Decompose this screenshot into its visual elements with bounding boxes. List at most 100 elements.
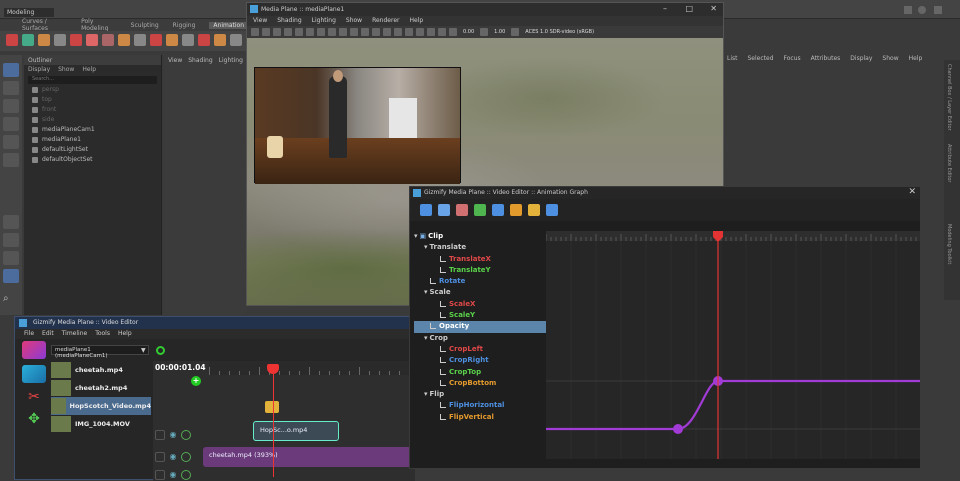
media-plane-menu-item[interactable]: Lighting (312, 17, 336, 25)
texture-icon[interactable] (306, 28, 314, 36)
shelf-tool-icon[interactable] (230, 34, 242, 46)
lock-tangent-icon[interactable] (528, 204, 540, 216)
channel-cropleft[interactable]: CropLeft (414, 344, 546, 355)
video-editor-menu-item[interactable]: Timeline (62, 330, 88, 338)
shelf-tool-icon[interactable] (6, 34, 18, 46)
shelf-tool-icon[interactable] (54, 34, 66, 46)
shelf-tool-icon[interactable] (150, 34, 162, 46)
attribute-menu-item[interactable]: Help (909, 55, 923, 63)
solo-icon[interactable] (181, 470, 191, 480)
scale-tool-icon[interactable] (3, 153, 19, 167)
refresh-icon[interactable] (156, 346, 165, 355)
right-edge-tab[interactable]: Attribute Editor (946, 144, 952, 182)
right-edge-tab[interactable]: Channel Box / Layer Editor (946, 64, 952, 131)
add-track-button[interactable]: + (191, 376, 201, 386)
channel-fliphorizontal[interactable]: FlipHorizontal (414, 400, 546, 411)
minimize-icon[interactable]: – (663, 4, 667, 13)
shelf-tool-icon[interactable] (198, 34, 210, 46)
channel-scale[interactable]: ▾ Scale (414, 287, 546, 298)
shelf-tool-icon[interactable] (182, 34, 194, 46)
media-plane-menu-item[interactable]: View (253, 17, 267, 25)
outliner-item[interactable]: defaultLightSet (24, 145, 161, 155)
channel-scalex[interactable]: ScaleX (414, 299, 546, 310)
viewport-menu-item[interactable]: Shading (188, 57, 212, 64)
shelf-tab[interactable]: Rigging (173, 22, 196, 29)
eye-icon[interactable]: ◉ (168, 470, 178, 480)
safe-action-icon[interactable] (427, 28, 435, 36)
shelf-tool-icon[interactable] (166, 34, 178, 46)
outliner-item[interactable]: mediaPlaneCam1 (24, 125, 161, 135)
gate-mask-icon[interactable] (405, 28, 413, 36)
shelf-tab[interactable]: Poly Modeling (81, 18, 117, 32)
solo-icon[interactable] (181, 430, 191, 440)
track-lock-toggle[interactable] (155, 430, 165, 440)
camera-select[interactable]: mediaPlane1 (mediaPlaneCam1) (51, 345, 149, 359)
outliner-search-input[interactable]: Search... (28, 76, 157, 84)
workspace-select[interactable]: Modeling (4, 8, 54, 17)
viewport-menu-item[interactable]: Lighting (219, 57, 243, 64)
media-plane-menu-item[interactable]: Shading (277, 17, 301, 25)
outliner-menu-item[interactable]: Display (28, 66, 50, 74)
outliner-item[interactable]: side (24, 115, 161, 125)
shelf-tool-icon[interactable] (118, 34, 130, 46)
user-icon[interactable] (918, 6, 926, 14)
clip-list-item[interactable]: IMG_1004.MOV (51, 415, 151, 433)
exposure-icon[interactable] (449, 28, 457, 36)
attribute-menu-item[interactable]: Selected (748, 55, 774, 63)
aa-icon[interactable] (372, 28, 380, 36)
outliner-item[interactable]: mediaPlane1 (24, 135, 161, 145)
outliner-menu-item[interactable]: Help (82, 66, 96, 74)
outliner-item[interactable]: defaultObjectSet (24, 155, 161, 165)
shelf-tool-icon[interactable] (86, 34, 98, 46)
channel-rotate[interactable]: Rotate (414, 276, 546, 287)
curve-graph[interactable] (546, 231, 920, 459)
outliner-item[interactable]: persp (24, 85, 161, 95)
gamma-icon[interactable] (480, 28, 489, 36)
outliner-menu-item[interactable]: Show (58, 66, 74, 74)
help-icon[interactable] (934, 6, 942, 14)
outliner-item[interactable]: top (24, 95, 161, 105)
field-chart-icon[interactable] (416, 28, 424, 36)
unlock-tangent-icon[interactable] (546, 204, 558, 216)
shaded-icon[interactable] (295, 28, 303, 36)
expand-arrow-icon[interactable]: ▾ (424, 288, 428, 296)
shelf-tool-icon[interactable] (38, 34, 50, 46)
track-lock-toggle[interactable] (155, 470, 165, 480)
clip-list-item[interactable]: cheetah2.mp4 (51, 379, 151, 397)
exposure-value[interactable]: 0.00 (463, 29, 474, 35)
solo-icon[interactable] (181, 452, 191, 462)
dof-icon[interactable] (383, 28, 391, 36)
shelf-tab[interactable]: Animation (209, 21, 248, 29)
video-editor-menu-item[interactable]: Help (118, 330, 132, 338)
shelf-tab[interactable]: Sculpting (131, 22, 159, 29)
bookmark-icon[interactable] (262, 28, 270, 36)
expand-arrow-icon[interactable]: ▾ (424, 334, 428, 342)
layout-side-icon[interactable] (3, 251, 19, 265)
wireframe-icon[interactable] (284, 28, 292, 36)
eye-icon[interactable]: ◉ (168, 430, 178, 440)
light-icon[interactable] (317, 28, 325, 36)
shelf-tool-icon[interactable] (70, 34, 82, 46)
channel-crop[interactable]: ▾ Crop (414, 333, 546, 344)
channel-flipvertical[interactable]: FlipVertical (414, 412, 546, 423)
camera-icon[interactable] (251, 28, 259, 36)
tangent-step-icon[interactable] (510, 204, 522, 216)
dropdown-arrow-icon[interactable]: ▼ (141, 347, 146, 354)
move-arrows-icon[interactable]: ✥ (22, 411, 46, 429)
shelf-tab[interactable]: Curves / Surfaces (22, 18, 67, 32)
channel-opacity[interactable]: Opacity (414, 321, 546, 333)
opacity-curve[interactable] (546, 379, 920, 431)
right-edge-tab[interactable]: Modeling Toolkit (946, 224, 952, 264)
shelf-tool-icon[interactable] (214, 34, 226, 46)
lasso-tool-icon[interactable] (3, 81, 19, 95)
layout-grid-icon[interactable] (3, 269, 19, 283)
channel-clip[interactable]: ▾ ▣ Clip (414, 231, 546, 242)
media-plane-menu-item[interactable]: Renderer (372, 17, 399, 25)
viewport-menu-item[interactable]: View (168, 57, 182, 64)
tangent-auto-icon[interactable] (474, 204, 486, 216)
close-icon[interactable]: ✕ (710, 4, 717, 13)
attribute-menu-item[interactable]: Display (850, 55, 872, 63)
remove-key-icon[interactable] (438, 204, 450, 216)
eye-icon[interactable]: ◉ (168, 452, 178, 462)
track-lock-toggle[interactable] (155, 452, 165, 462)
